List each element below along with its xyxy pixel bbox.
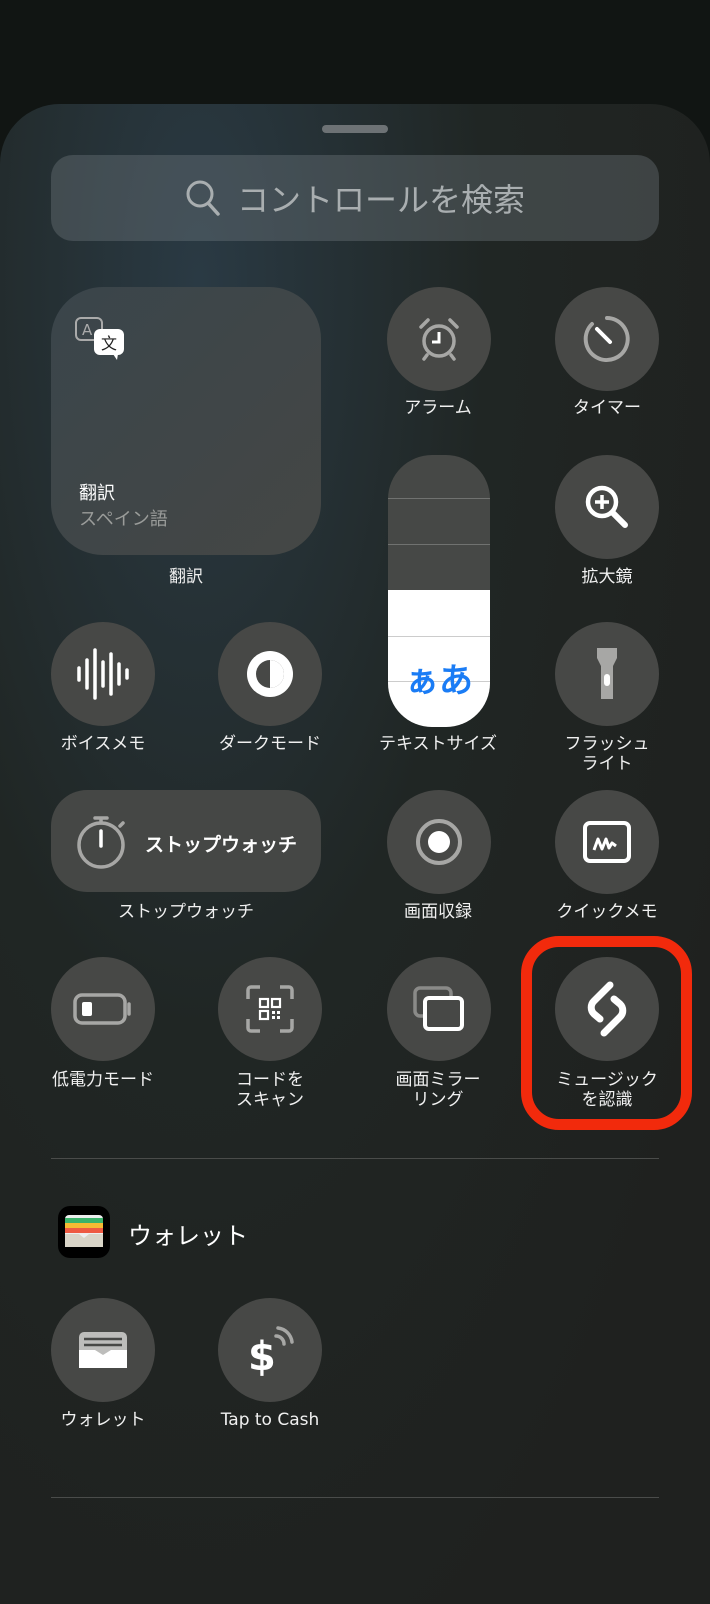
- section-divider-bottom: [51, 1497, 659, 1498]
- voice-memo-label: ボイスメモ: [60, 734, 146, 754]
- timer-button[interactable]: [555, 287, 659, 391]
- dark-mode-label: ダークモード: [219, 734, 321, 754]
- wallet-icon: [79, 1332, 127, 1368]
- alarm-clock-icon: [419, 318, 459, 361]
- record-icon: [416, 819, 462, 865]
- stopwatch-icon: [77, 816, 125, 869]
- magnifier-icon: [585, 485, 628, 528]
- screen-mirroring-icon: [413, 986, 464, 1031]
- text-size-slider[interactable]: ぁあ: [388, 455, 490, 727]
- timer-icon: [583, 316, 630, 362]
- screen-recording-label: 画面収録: [404, 902, 472, 922]
- qr-code-scan-icon: [246, 985, 294, 1033]
- battery-icon: [73, 993, 131, 1025]
- highlight-annotation: [521, 936, 692, 1130]
- quick-note-icon: [583, 821, 631, 863]
- magnifier-button[interactable]: [555, 455, 659, 559]
- magnifier-label: 拡大鏡: [581, 567, 633, 587]
- wallet-label: ウォレット: [60, 1410, 146, 1430]
- screen-mirroring-label-2: リング: [412, 1090, 464, 1110]
- flashlight-label-2: ライト: [581, 754, 633, 774]
- translate-tile[interactable]: A文 翻訳 スペイン語: [51, 287, 321, 555]
- scan-code-label-1: コードを: [236, 1070, 304, 1090]
- text-size-icon: ぁあ: [405, 661, 473, 701]
- search-icon: [186, 180, 220, 216]
- quick-note-button[interactable]: [555, 790, 659, 894]
- screen-mirroring-button[interactable]: [387, 957, 491, 1061]
- translate-title: 翻訳: [79, 483, 115, 504]
- section-divider: [51, 1158, 659, 1159]
- voice-memo-button[interactable]: [51, 622, 155, 726]
- translate-icon: A文: [75, 317, 124, 360]
- dark-mode-icon: [247, 651, 293, 697]
- stopwatch-tile[interactable]: ストップウォッチ: [51, 790, 321, 892]
- tap-to-cash-label: Tap to Cash: [220, 1410, 320, 1430]
- low-power-mode-button[interactable]: [51, 957, 155, 1061]
- screen-recording-button[interactable]: [387, 790, 491, 894]
- svg-text:$: $: [248, 1334, 276, 1378]
- svg-text:A: A: [82, 321, 93, 339]
- screen-mirroring-label-1: 画面ミラー: [395, 1070, 481, 1090]
- translate-label: 翻訳: [169, 567, 203, 587]
- text-size-label: テキストサイズ: [379, 734, 497, 754]
- timer-label: タイマー: [573, 398, 641, 418]
- low-power-mode-label: 低電力モード: [52, 1070, 154, 1090]
- translate-language: スペイン語: [79, 509, 168, 530]
- flashlight-icon: [597, 648, 617, 699]
- search-placeholder: コントロールを検索: [236, 181, 525, 219]
- tap-to-cash-button[interactable]: $: [218, 1298, 322, 1402]
- dollar-contactless-icon: $: [248, 1326, 294, 1378]
- scan-code-button[interactable]: [218, 957, 322, 1061]
- alarm-label: アラーム: [404, 398, 472, 418]
- svg-text:文: 文: [101, 334, 117, 353]
- dark-mode-button[interactable]: [218, 622, 322, 726]
- search-input[interactable]: コントロールを検索: [51, 155, 659, 241]
- wallet-section-title: ウォレット: [128, 1222, 248, 1250]
- scan-code-label-2: スキャン: [236, 1090, 304, 1110]
- sheet-grabber[interactable]: [322, 125, 388, 133]
- stopwatch-label: ストップウォッチ: [118, 902, 254, 922]
- wallet-button[interactable]: [51, 1298, 155, 1402]
- waveform-icon: [77, 648, 129, 700]
- flashlight-button[interactable]: [555, 622, 659, 726]
- stopwatch-tile-title: ストップウォッチ: [145, 834, 298, 856]
- alarm-button[interactable]: [387, 287, 491, 391]
- flashlight-label-1: フラッシュ: [564, 734, 650, 754]
- quick-note-label: クイックメモ: [556, 902, 658, 922]
- wallet-app-icon: [58, 1206, 110, 1258]
